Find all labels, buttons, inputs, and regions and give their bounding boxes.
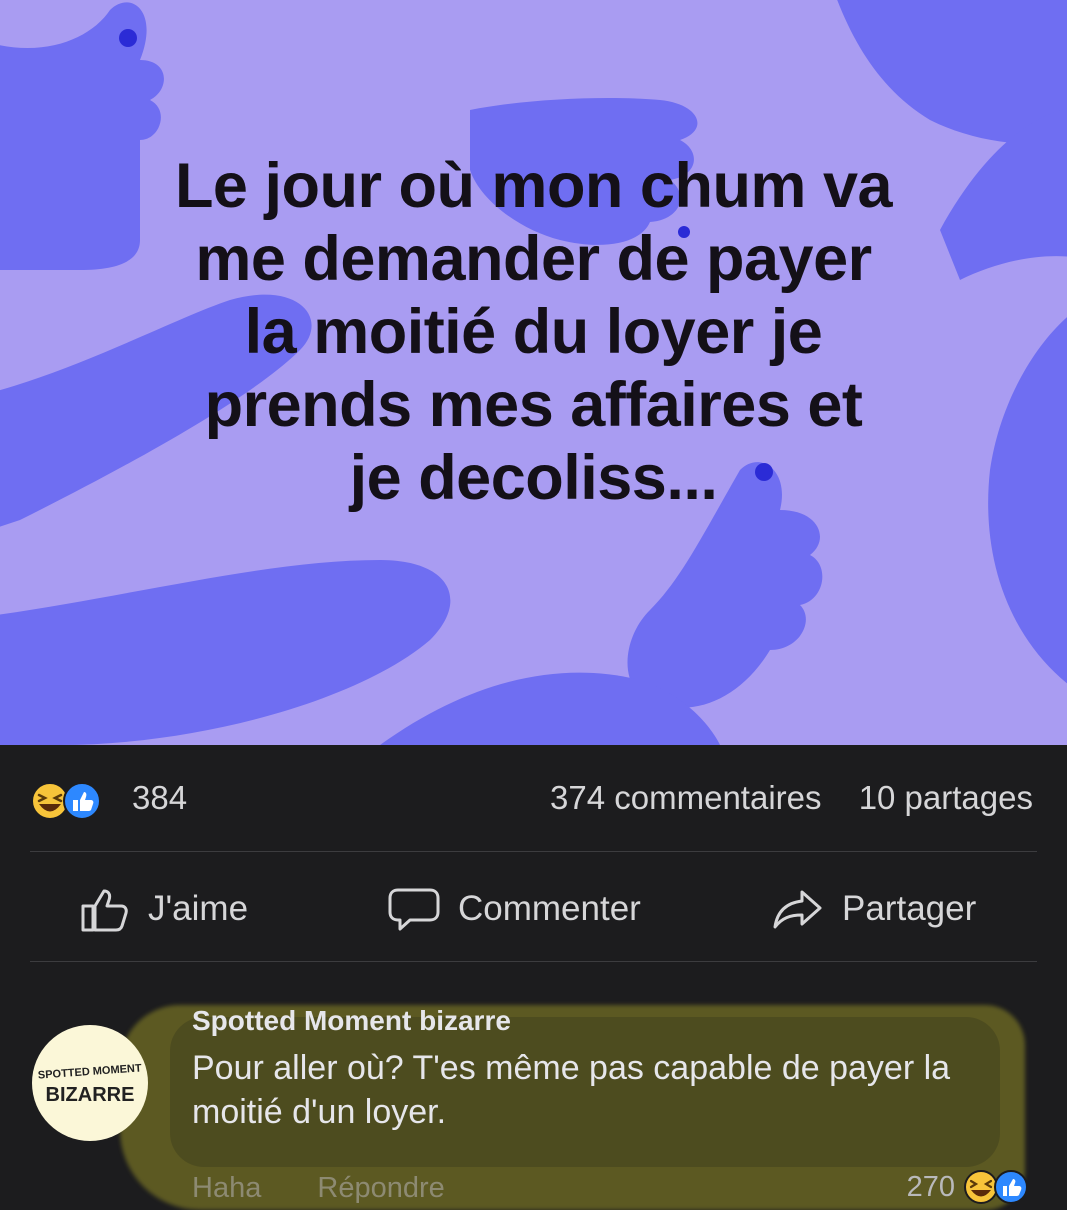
stats-right: 374 commentaires 10 partages [550,779,1033,817]
comment-label: Commenter [458,889,641,928]
like-icon [994,1170,1028,1204]
comment-actions: Haha Répondre [192,1172,445,1205]
avatar-text-top: SPOTTED MOMENT [38,1062,143,1081]
avatar[interactable]: SPOTTED MOMENT BIZARRE [32,1025,148,1141]
post-stats: 384 374 commentaires 10 partages [30,777,1033,821]
comment-reaction-count: 270 [906,1170,955,1203]
divider [30,961,1037,962]
reaction-summary[interactable] [30,781,126,821]
divider [30,851,1037,852]
comment-author[interactable]: Spotted Moment bizarre [192,1005,511,1037]
comment-bubble-icon [388,888,440,931]
share-label: Partager [842,889,977,928]
thumbs-up-icon [81,889,128,932]
share-button[interactable]: Partager [772,886,976,932]
post-text-line: me demander de payer [195,224,872,295]
shares-count[interactable]: 10 partages [859,779,1033,816]
post-actions: J'aime Commenter Partager [0,880,1067,940]
share-arrow-icon [773,890,822,929]
comments-count[interactable]: 374 commentaires [550,779,821,816]
post-text-line: je decoliss... [349,443,718,514]
post-text: Le jour où mon chum va me demander de pa… [60,150,1007,515]
post-text-line: prends mes affaires et [204,370,863,441]
comment-reply-link[interactable]: Répondre [317,1172,444,1204]
comment-button[interactable]: Commenter [388,886,641,932]
comment-haha-link[interactable]: Haha [192,1172,261,1204]
post-image[interactable]: Le jour où mon chum va me demander de pa… [0,0,1067,745]
comment-text: Pour aller où? T'es même pas capable de … [192,1049,951,1131]
like-icon [63,782,101,820]
reaction-count[interactable]: 384 [132,779,187,817]
like-button[interactable]: J'aime [80,886,248,932]
haha-icon [31,782,69,820]
post-footer: 384 374 commentaires 10 partages J'aime … [0,745,1067,1210]
haha-icon [964,1170,998,1204]
avatar-text-bottom: BIZARRE [46,1084,135,1106]
like-label: J'aime [148,889,249,928]
comment: SPOTTED MOMENT BIZARRE Spotted Moment bi… [0,977,1067,1210]
post-text-line: la moitié du loyer je [244,297,823,368]
post-text-line: Le jour où mon chum va [174,151,893,221]
